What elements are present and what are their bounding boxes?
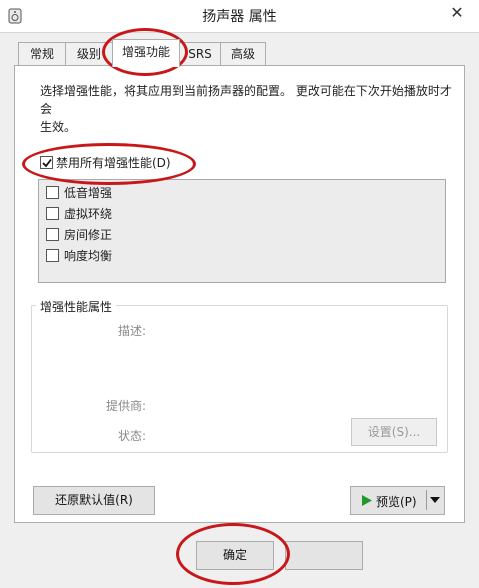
room-correction-label: 房间修正: [64, 228, 113, 242]
window-title: 扬声器 属性: [202, 9, 277, 25]
bass-boost-checkbox[interactable]: [46, 186, 59, 199]
split-divider: [426, 490, 427, 510]
virtual-surround-label: 虚拟环绕: [64, 207, 113, 221]
tab-general[interactable]: 常规: [18, 42, 66, 65]
ok-button[interactable]: 确定: [196, 541, 274, 570]
restore-defaults-button[interactable]: 还原默认值(R): [33, 486, 155, 515]
tab-advanced[interactable]: 高级: [220, 42, 266, 65]
description-line-1: 选择增强性能，将其应用到当前扬声器的配置。 更改可能在下次开始播放时才会: [40, 84, 452, 116]
description-line-2: 生效。: [40, 120, 77, 134]
description-text: 选择增强性能，将其应用到当前扬声器的配置。 更改可能在下次开始播放时才会 生效。: [40, 82, 460, 136]
room-correction-checkbox[interactable]: [46, 228, 59, 241]
chevron-down-icon[interactable]: [430, 497, 440, 504]
group-title: 增强性能属性: [36, 298, 117, 315]
preview-label: 预览(P): [376, 495, 417, 509]
play-icon: [362, 495, 372, 506]
description-label: 描述:: [117, 324, 146, 338]
tab-enhancements[interactable]: 增强功能: [112, 39, 180, 67]
provider-label: 提供商:: [105, 399, 146, 413]
tab-srs[interactable]: SRS: [179, 42, 221, 65]
close-button[interactable]: ✕: [440, 1, 474, 25]
loudness-eq-label: 响度均衡: [64, 249, 113, 263]
disable-all-checkbox[interactable]: [40, 156, 53, 169]
status-label: 状态:: [117, 429, 146, 443]
bass-boost-label: 低音增强: [64, 186, 113, 200]
disable-all-label: 禁用所有增强性能(D): [56, 156, 171, 170]
cancel-button[interactable]: [285, 541, 363, 570]
virtual-surround-checkbox[interactable]: [46, 207, 59, 220]
loudness-eq-checkbox[interactable]: [46, 249, 59, 262]
checkmark-icon: [42, 158, 52, 168]
tab-levels[interactable]: 级别: [65, 42, 113, 65]
settings-button[interactable]: 设置(S)...: [351, 418, 437, 446]
preview-split-button[interactable]: 预览(P): [350, 486, 445, 515]
